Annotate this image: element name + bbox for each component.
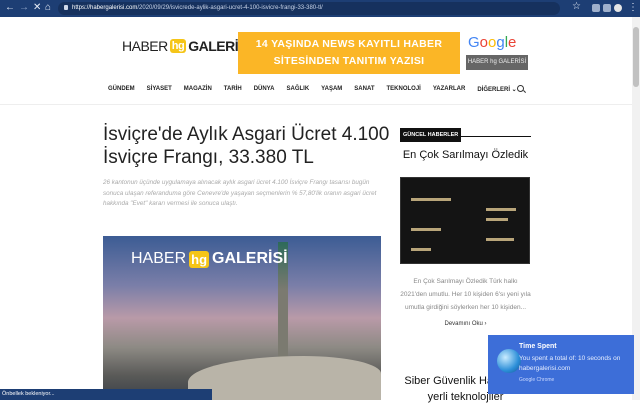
nav-item[interactable]: TARİH — [224, 86, 242, 93]
image-watermark-logo: HABER hg GALERİSİ — [131, 250, 288, 268]
extensions-puzzle-icon[interactable] — [603, 4, 611, 12]
site-logo[interactable]: HABER hg GALERİSİ — [122, 38, 251, 54]
sidebar-header-label: GÜNCEL HABERLER — [400, 128, 462, 142]
sidebar-post-title[interactable]: En Çok Sarılmayı Özledik — [400, 149, 531, 161]
url-host: https://habergalerisi.com — [72, 5, 138, 11]
sidebar-post-image[interactable] — [400, 177, 530, 264]
forward-button[interactable]: → — [19, 2, 29, 13]
extension-icon[interactable] — [592, 4, 600, 12]
google-logo: Google — [468, 34, 516, 51]
google-letter: G — [468, 34, 480, 51]
divider — [0, 104, 632, 105]
logo-text: HABER — [131, 250, 187, 267]
url-path: /2020/09/29/isvicrede-aylik-asgari-ucret… — [137, 5, 323, 11]
main-nav: GÜNDEM SİYASET MAGAZİN TARİH DÜNYA SAĞLIK YAŞA… — [108, 86, 529, 93]
nav-item[interactable]: TEKNOLOJİ — [387, 86, 421, 93]
notification-body: You spent a total of: 10 seconds on habe… — [519, 355, 621, 372]
logo-text: HABER — [122, 38, 168, 54]
nav-item[interactable]: MAGAZİN — [184, 86, 212, 93]
google-letter: e — [508, 34, 517, 51]
nav-item[interactable]: GÜNDEM — [108, 86, 135, 93]
article-title: İsviçre'de Aylık Asgari Ücret 4.100 İsvi… — [103, 124, 390, 168]
google-letter: g — [496, 34, 505, 51]
globe-icon — [497, 349, 521, 373]
bridge — [188, 356, 381, 400]
nav-item[interactable]: YAZARLAR — [433, 86, 465, 93]
home-button[interactable]: ⌂ — [45, 2, 51, 13]
read-more-link[interactable]: Devamını Oku › — [400, 321, 531, 327]
chrome-notification[interactable]: Time Spent You spent a total of: 10 seco… — [488, 335, 634, 394]
status-bar: Önbellek bekleniyor... — [0, 389, 212, 400]
logo-text: GALERİSİ — [212, 250, 288, 267]
nav-item[interactable]: SAĞLIK — [286, 86, 309, 93]
logo-mark: hg — [169, 39, 187, 53]
nav-item[interactable]: SİYASET — [147, 86, 172, 93]
address-bar[interactable]: https://habergalerisi.com/2020/09/29/isv… — [58, 2, 560, 15]
article-image: HABER hg GALERİSİ — [103, 236, 381, 400]
logo-mark: hg — [189, 250, 210, 268]
nav-item[interactable]: DÜNYA — [254, 86, 275, 93]
sidebar-post-excerpt: En Çok Sarılmayı Özledik Türk halkı 2021… — [400, 278, 531, 311]
lock-icon — [64, 5, 68, 10]
banner-line: 14 YAŞINDA NEWS KAYITLI HABER — [255, 38, 443, 50]
article-summary: 26 kantonun üçünde uygulamaya alınacak a… — [103, 179, 377, 207]
scrollbar-thumb[interactable] — [633, 27, 639, 87]
nav-item[interactable]: SANAT — [354, 86, 374, 93]
stop-button[interactable]: ✕ — [33, 2, 41, 13]
google-badge: HABER hg GALERİSİ — [466, 55, 528, 70]
browser-toolbar: ← → ✕ ⌂ https://habergalerisi.com/2020/0… — [0, 0, 640, 17]
profile-avatar[interactable] — [614, 4, 622, 12]
nav-item[interactable]: YAŞAM — [321, 86, 342, 93]
sidebar-header: GÜNCEL HABERLER — [400, 123, 531, 142]
back-button[interactable]: ← — [5, 2, 15, 13]
notification-title: Time Spent — [519, 343, 557, 350]
banner-line: SİTESİNDEN TANITIM YAZISI — [273, 55, 425, 67]
ad-banner[interactable]: 14 YAŞINDA NEWS KAYITLI HABER SİTESİNDEN… — [238, 32, 460, 74]
search-icon[interactable] — [517, 85, 524, 92]
nav-item[interactable]: DİĞERLERİ ⌄ — [477, 86, 516, 93]
bookmark-star-icon[interactable]: ☆ — [572, 1, 581, 12]
google-letter: o — [479, 34, 489, 51]
notification-source: Google Chrome — [519, 377, 555, 383]
browser-menu-icon[interactable]: ⋮ — [628, 2, 638, 13]
